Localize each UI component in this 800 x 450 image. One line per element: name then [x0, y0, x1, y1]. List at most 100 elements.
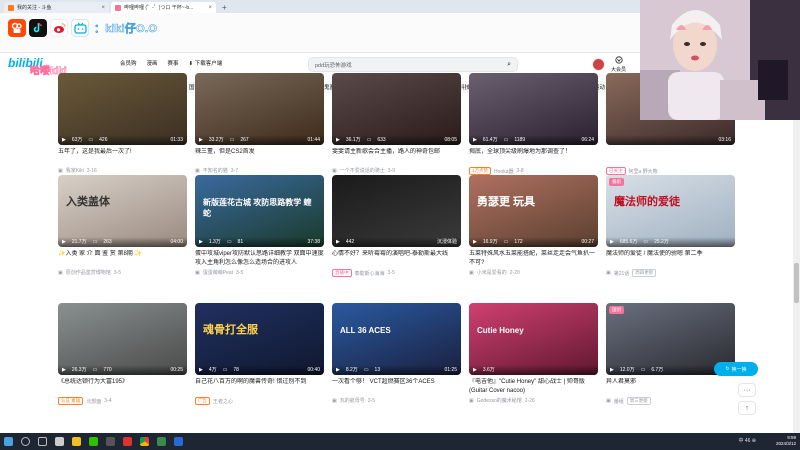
nav-item-manga[interactable]: 漫画	[147, 59, 158, 67]
video-title[interactable]: 异人君莫邪	[606, 378, 735, 396]
uploader-name[interactable]: 瓦的航母号	[340, 397, 365, 404]
video-title[interactable]: 《总统达顿行为大富195》	[58, 378, 187, 396]
avatar[interactable]	[592, 58, 605, 71]
video-title[interactable]: 斐斐请主新歌会合主播，路人的神奇包邮	[332, 148, 461, 166]
video-title[interactable]: ✨入类 家 介 面 鉴 赏 第8期 ✨	[58, 250, 187, 268]
video-card[interactable]: Cutie Honey ▶ 3.6万『电吉他』"Cutie Honey" 甜心战士 …	[469, 303, 598, 404]
video-card[interactable]: ▶ 33.2万 ▭ 267 01:44 辣三董，但是CS2首发 ▣ 不知名的猫 3-7	[195, 73, 324, 174]
video-card[interactable]: 国创 ▶ 12.0万 ▭ 6.7万 异人君莫邪 ▣ 番组 周三更新	[606, 303, 735, 405]
view-count: 21.7万	[71, 239, 87, 245]
thumbnail-stats: ▶ 3.6万	[469, 365, 598, 375]
app-blue-icon[interactable]	[174, 437, 183, 446]
video-card[interactable]: 魂骨打全服 ▶ 4万 ▭ 78 00:40 自己花八百万的啊的魔兽传奇! 错过别不到 广告 王者…	[195, 303, 324, 405]
video-thumbnail[interactable]: 魔法师的爱徒 番剧 ▶ 685.6万 ▭ 25.2万	[606, 175, 735, 247]
uploader-name[interactable]: 原创作品鉴赏博物馆	[66, 269, 111, 276]
video-card[interactable]: ▶ 36.1万 ▭ 633 08:05 斐斐请主新歌会合主播，路人的神奇包邮 ▣ 一个不爱说话…	[332, 73, 461, 174]
wechat-icon[interactable]	[89, 437, 98, 446]
video-card[interactable]: ▶ 442 沉浸体验 心情不好？来听霉霉的演唱吧-泰勒斯最大线 直播中 泰勒斯心海海 3-5	[332, 175, 461, 277]
danmaku-icon: ▭	[363, 367, 369, 373]
nav-item-matches[interactable]: 赛事	[168, 59, 179, 67]
uploader-name[interactable]: 小米是爱看的	[477, 269, 507, 276]
uploader-name[interactable]: Godesso的魔术秘馆	[477, 397, 522, 404]
search-icon[interactable]	[21, 437, 30, 446]
app-green-icon[interactable]	[157, 437, 166, 446]
uploader-name[interactable]: 王者之心	[213, 398, 233, 405]
video-thumbnail[interactable]: ▶ 26.3万 ▭ 770 00:25	[58, 303, 187, 375]
uploader-name[interactable]: 第21话	[614, 270, 630, 277]
uploader-name[interactable]: 泰勒斯心海海	[355, 270, 385, 277]
uploader-name[interactable]: Hooka器	[494, 168, 513, 175]
close-tab-icon[interactable]: ×	[208, 5, 212, 11]
video-thumbnail[interactable]: ▶ 61.4万 ▭ 1189 06:24	[469, 73, 598, 145]
video-title[interactable]: 心情不好？来听霉霉的演唱吧-泰勒斯最大线	[332, 250, 461, 268]
video-thumbnail[interactable]: ▶ 33.2万 ▭ 267 01:44	[195, 73, 324, 145]
scrollbar-thumb[interactable]	[794, 263, 799, 303]
nav-item-download[interactable]: ⬇ 下载客户端	[189, 59, 223, 67]
uploader-name[interactable]: 不知名的猫	[203, 167, 228, 174]
play-icon: ▶	[199, 239, 203, 245]
video-title[interactable]: 一次看个够！ VCT超燃赛区36个ACES	[332, 378, 461, 396]
video-thumbnail[interactable]: 魂骨打全服 ▶ 4万 ▭ 78 00:40	[195, 303, 324, 375]
search-icon[interactable]: ⌕	[507, 61, 511, 69]
video-title[interactable]: 『电吉他』"Cutie Honey" 甜心战士 | 帅哥版 (Guitar Co…	[469, 378, 598, 396]
more-button[interactable]: ···	[738, 383, 756, 397]
video-title[interactable]	[606, 148, 735, 166]
app-plane-icon[interactable]	[55, 437, 64, 446]
video-card[interactable]: ▶ 26.3万 ▭ 770 00:25 《总统达顿行为大富195》 认证 素雄 北部面 3-4	[58, 303, 187, 405]
close-tab-icon[interactable]: ×	[101, 5, 105, 11]
nav-item-vip-shop[interactable]: 会员购	[120, 59, 137, 67]
video-card[interactable]: ▶ 61.4万 ▭ 1189 06:24 揭底，全球顶尖级刷爆地为那调查了！ 1万点赞 Hoo…	[469, 73, 598, 175]
video-title[interactable]: 自己花八百万的啊的魔兽传奇! 错过别不到	[195, 378, 324, 396]
thumbnail-stats: ▶ 33.2万 ▭ 267 01:44	[195, 135, 324, 145]
uploader-name[interactable]: 阿里a 野大熊	[629, 168, 658, 175]
new-tab-button[interactable]: +	[222, 3, 227, 12]
video-thumbnail[interactable]: ▶ 36.1万 ▭ 633 08:05	[332, 73, 461, 145]
video-title[interactable]: 五年了，这是我最后一次了!	[58, 148, 187, 166]
video-thumbnail[interactable]: ALL 36 ACES ▶ 8.2万 ▭ 13 01:25	[332, 303, 461, 375]
video-card[interactable]: 魔法师的爱徒 番剧 ▶ 685.6万 ▭ 25.2万魔法师的爱徒 / 魔法使的驸嗯 第二季…	[606, 175, 735, 277]
danmaku-icon: ▭	[503, 239, 509, 245]
uploader-name[interactable]: 一个不爱说话的骑士	[340, 167, 385, 174]
duration: 00:25	[170, 367, 183, 373]
video-meta: 1万点赞 Hooka器 3-8	[469, 167, 598, 175]
video-thumbnail[interactable]: 勇瑟更 玩具 ▶ 16.9万 ▭ 172 00:27	[469, 175, 598, 247]
thumbnail-stats: ▶ 26.3万 ▭ 770 00:25	[58, 365, 187, 375]
video-title[interactable]: 揭底，全球顶尖级刷爆地为那调查了！	[469, 148, 598, 166]
view-count: 63万	[71, 137, 83, 143]
video-thumbnail[interactable]: Cutie Honey ▶ 3.6万	[469, 303, 598, 375]
search-input[interactable]: pdd玩恐怖游戏	[315, 61, 352, 69]
refresh-button[interactable]: ↻ 换一换	[714, 362, 758, 376]
browser-tab-douyu[interactable]: 我的关注 - 斗鱼 ×	[4, 2, 109, 13]
task-view-icon[interactable]	[38, 437, 47, 446]
vip-entry[interactable]: 大会员	[611, 56, 626, 73]
video-title[interactable]: 蛋中攻城viper攻防默认思路详细教学 双面中速度攻入主角利怎么像怎么造场合的进…	[195, 250, 324, 268]
app-red-icon[interactable]	[123, 437, 132, 446]
video-thumbnail[interactable]: ▶ 442 沉浸体验	[332, 175, 461, 247]
uploader-name[interactable]: 北部面	[86, 398, 101, 405]
video-title[interactable]: 魔法师的爱徒 / 魔法使的驸嗯 第二季	[606, 250, 735, 268]
video-card[interactable]: 勇瑟更 玩具 ▶ 16.9万 ▭ 172 00:27 五菜特殊风水五菜能搭配，菜丝走走会气鱼…	[469, 175, 598, 276]
video-thumbnail[interactable]: ▶ 63万 ▭ 426 01:33	[58, 73, 187, 145]
video-title[interactable]: 五菜特殊风水五菜能搭配，菜丝走走会气鱼扒一不可?	[469, 250, 598, 268]
app-dark-icon[interactable]	[106, 437, 115, 446]
video-card[interactable]: 新版莲花古城 攻防思路教学 蝰蛇 ▶ 1.3万 ▭ 81 37:38 蛋中攻城viper攻防…	[195, 175, 324, 276]
back-to-top-button[interactable]: ↑	[738, 401, 756, 415]
uploader-name[interactable]: 番组	[614, 398, 624, 405]
app-yellow-icon[interactable]	[72, 437, 81, 446]
uploader-name[interactable]: 蛋蛋萌萌Peat	[203, 269, 233, 276]
video-thumbnail[interactable]: 入类盖体 ▶ 21.7万 ▭ 263 04:00	[58, 175, 187, 247]
system-tray[interactable]: 中 46 ⊕	[738, 437, 756, 444]
windows-start-icon[interactable]	[4, 437, 13, 446]
video-card[interactable]: ALL 36 ACES ▶ 8.2万 ▭ 13 01:25 一次看个够！ VCT超燃赛区36…	[332, 303, 461, 404]
clock[interactable]: 9:59 2024/3/12	[776, 435, 796, 447]
play-icon: ▶	[199, 137, 203, 143]
chrome-icon[interactable]	[140, 437, 149, 446]
uploader-name[interactable]: 我家Kiki	[66, 167, 84, 174]
search-bar[interactable]: pdd玩恐怖游戏 ⌕	[308, 57, 518, 72]
browser-tab-bilibili[interactable]: 哔哩哔哩 (゜-゜)つロ 干杯~-b... ×	[111, 2, 216, 13]
tab-label: 我的关注 - 斗鱼	[17, 5, 52, 11]
video-card[interactable]: 入类盖体 ▶ 21.7万 ▭ 263 04:00 ✨入类 家 介 面 鉴 赏 第8期 ✨ ▣ 原…	[58, 175, 187, 276]
video-thumbnail[interactable]: 新版莲花古城 攻防思路教学 蝰蛇 ▶ 1.3万 ▭ 81 37:38	[195, 175, 324, 247]
video-card[interactable]: ▶ 63万 ▭ 426 01:33 五年了，这是我最后一次了! ▣ 我家Kiki 3-16	[58, 73, 187, 174]
video-title[interactable]: 辣三董，但是CS2首发	[195, 148, 324, 166]
